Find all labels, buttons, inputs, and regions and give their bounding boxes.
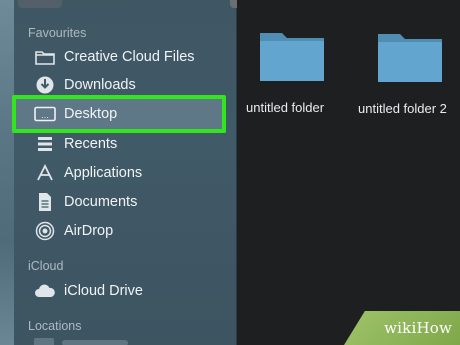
nav-back-forward-button[interactable]: [18, 0, 62, 8]
sidebar-section-icloud: iCloud: [28, 259, 64, 273]
folder-icon: [34, 47, 56, 67]
sidebar-item-documents[interactable]: Documents: [34, 189, 230, 215]
folder-icon: [378, 34, 442, 82]
document-icon: [34, 192, 56, 212]
green-highlight-box: [12, 95, 226, 133]
watermark-text: wikiHow: [384, 319, 452, 337]
sidebar-item-icloud-drive[interactable]: iCloud Drive: [34, 278, 230, 304]
sidebar-item-airdrop[interactable]: AirDrop: [34, 218, 230, 244]
sidebar-item-label: iCloud Drive: [64, 283, 143, 299]
applications-icon: [34, 163, 56, 183]
sidebar-section-locations: Locations: [28, 319, 82, 333]
folder-untitled-folder-2[interactable]: [376, 28, 444, 89]
sidebar-item-creative-cloud-files[interactable]: Creative Cloud Files: [34, 44, 230, 70]
folder-untitled-folder[interactable]: [258, 27, 326, 88]
sidebar-item-label: Documents: [64, 194, 138, 210]
sidebar-item-label: Creative Cloud Files: [64, 49, 195, 65]
sidebar-item-label: Recents: [64, 136, 118, 152]
sidebar-item-label: Applications: [64, 165, 143, 181]
sidebar-item-applications[interactable]: Applications: [34, 160, 230, 186]
sidebar-section-favourites: Favourites: [28, 26, 87, 40]
folder-label: untitled folder: [246, 100, 325, 115]
sidebar-item-label: AirDrop: [64, 223, 114, 239]
folder-label: untitled folder 2: [358, 101, 447, 116]
recents-icon: [34, 134, 56, 154]
cloud-icon: [34, 281, 56, 301]
folder-icon: [260, 33, 324, 81]
location-item-label: [62, 340, 128, 345]
airdrop-icon: [34, 221, 56, 241]
download-icon: [34, 75, 56, 95]
sidebar-item-recents[interactable]: Recents: [34, 131, 230, 157]
location-device-icon: [34, 338, 54, 345]
finder-window: Favourites Creative Cloud Files Download…: [0, 0, 460, 345]
sidebar-item-label: Downloads: [64, 77, 136, 93]
